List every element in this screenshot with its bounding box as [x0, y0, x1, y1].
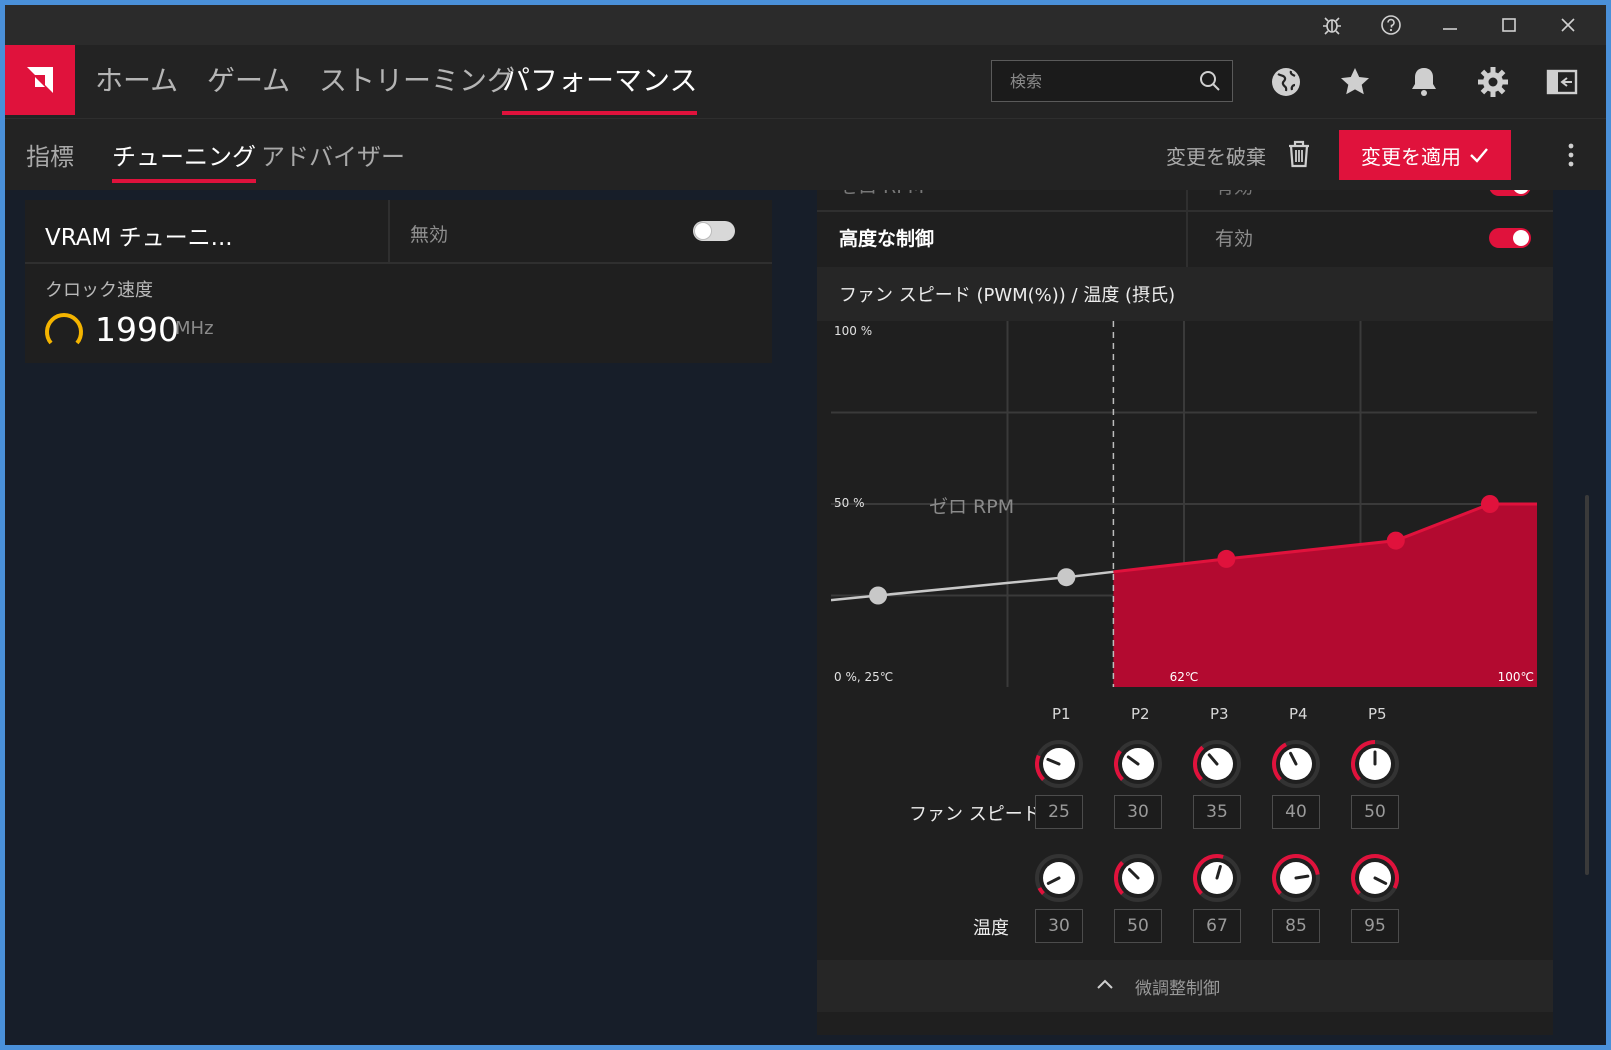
temperature-knob-p1[interactable]	[1032, 851, 1086, 905]
title-bar	[5, 5, 1606, 45]
y-axis-label-max: 100 %	[834, 324, 872, 338]
zero-rpm-toggle[interactable]	[1489, 190, 1531, 196]
temperature-input-p1[interactable]: 30	[1035, 909, 1083, 943]
fan-speed-knob-p3[interactable]	[1190, 737, 1244, 791]
curve-point-p2[interactable]	[1057, 568, 1076, 587]
clock-gauge-icon	[45, 313, 83, 345]
clock-speed-unit: MHz	[175, 318, 214, 339]
zero-rpm-zone-label: ゼロ RPM	[929, 496, 1014, 518]
search-input[interactable]	[992, 61, 1192, 101]
temperature-input-p5[interactable]: 95	[1351, 909, 1399, 943]
y-axis-label-mid: 50 %	[834, 496, 865, 510]
chevron-up-icon	[1097, 979, 1113, 989]
clock-speed-value: 1990	[95, 310, 179, 349]
point-label-p5: P5	[1368, 705, 1387, 723]
temperature-input-p4[interactable]: 85	[1272, 909, 1320, 943]
fan-speed-input-p5[interactable]: 50	[1351, 795, 1399, 829]
temperature-knob-p2[interactable]	[1111, 851, 1165, 905]
temperature-input-p3[interactable]: 67	[1193, 909, 1241, 943]
fan-curve-chart[interactable]: 100 % 50 % 0 %, 25℃ 62℃ 100℃ ゼロ RPM	[831, 321, 1537, 687]
sidebar-icon[interactable]	[1545, 65, 1579, 99]
apply-changes-label: 変更を適用	[1361, 144, 1461, 169]
fan-tuning-card: ゼロ RPM 有効 高度な制御 有効 ファン スピード (PWM(%)) / 温…	[817, 190, 1553, 1035]
fan-speed-knob-p5[interactable]	[1348, 737, 1402, 791]
temperature-knob-p4[interactable]	[1269, 851, 1323, 905]
close-icon[interactable]	[1553, 11, 1583, 39]
vram-tuning-card: VRAM チューニ... 無効 クロック速度 1990 MHz	[25, 200, 772, 363]
x-axis-label-max: 100℃	[1498, 670, 1534, 684]
divider	[25, 262, 772, 264]
gear-icon[interactable]	[1476, 65, 1510, 99]
minimize-icon[interactable]	[1435, 11, 1465, 39]
tab-advisor[interactable]: アドバイザー	[261, 137, 405, 177]
nav-streaming[interactable]: ストリーミング	[319, 59, 515, 109]
trash-icon[interactable]	[1285, 139, 1313, 169]
clock-speed-label: クロック速度	[45, 280, 153, 301]
divider	[817, 210, 1553, 212]
fan-speed-knob-p4[interactable]	[1269, 737, 1323, 791]
advanced-control-toggle[interactable]	[1489, 228, 1531, 248]
more-options-icon[interactable]	[1567, 141, 1575, 169]
vram-tuning-title: VRAM チューニ...	[45, 225, 233, 251]
fan-speed-input-p3[interactable]: 35	[1193, 795, 1241, 829]
fan-speed-knob-p1[interactable]	[1032, 737, 1086, 791]
fan-speed-row-label: ファン スピード	[909, 804, 1041, 825]
x-axis-label-mid: 62℃	[1170, 670, 1199, 684]
advanced-control-label: 高度な制御	[839, 228, 935, 250]
vram-tuning-toggle[interactable]	[693, 221, 735, 241]
check-icon	[1470, 148, 1488, 163]
tab-tuning[interactable]: チューニング	[112, 137, 256, 183]
tab-metrics[interactable]: 指標	[26, 137, 74, 177]
temperature-row-label: 温度	[973, 918, 1009, 939]
globe-icon[interactable]	[1269, 65, 1303, 99]
temperature-knob-p5[interactable]	[1348, 851, 1402, 905]
nav-home[interactable]: ホーム	[95, 59, 178, 109]
curve-point-p3[interactable]	[1217, 549, 1236, 568]
zero-rpm-row-label: ゼロ RPM	[839, 190, 924, 199]
point-label-p2: P2	[1131, 705, 1150, 723]
amd-logo[interactable]	[5, 45, 75, 115]
sub-nav: 指標 チューニング アドバイザー 変更を破棄 変更を適用	[5, 118, 1606, 190]
nav-games[interactable]: ゲーム	[207, 59, 290, 109]
divider	[1186, 190, 1188, 212]
fan-curve-title: ファン スピード (PWM(%)) / 温度 (摂氏)	[839, 285, 1176, 306]
temperature-input-p2[interactable]: 50	[1114, 909, 1162, 943]
divider	[388, 200, 390, 262]
bug-icon[interactable]	[1317, 11, 1347, 39]
help-icon[interactable]	[1376, 11, 1406, 39]
main-nav: ホーム ゲーム ストリーミング パフォーマンス	[5, 45, 1606, 118]
app-window: ホーム ゲーム ストリーミング パフォーマンス 指標 チューニング アドバイザー…	[5, 5, 1606, 1045]
axis-origin-label: 0 %, 25℃	[834, 670, 893, 684]
temperature-knob-p3[interactable]	[1190, 851, 1244, 905]
fan-speed-knob-p2[interactable]	[1111, 737, 1165, 791]
apply-changes-button[interactable]: 変更を適用	[1339, 130, 1511, 180]
zero-rpm-row-state: 有効	[1215, 190, 1253, 199]
fan-curve-header: ファン スピード (PWM(%)) / 温度 (摂氏)	[817, 267, 1553, 321]
fine-control-toggle[interactable]: 微調整制御	[817, 960, 1553, 1012]
vram-tuning-state: 無効	[410, 224, 449, 246]
curve-point-p5[interactable]	[1480, 495, 1499, 513]
search-icon[interactable]	[1198, 69, 1222, 93]
advanced-control-state: 有効	[1215, 228, 1254, 250]
fine-control-label: 微調整制御	[1135, 979, 1220, 999]
maximize-icon[interactable]	[1494, 11, 1524, 39]
search-box	[991, 60, 1233, 102]
scrollbar[interactable]	[1585, 495, 1589, 875]
star-icon[interactable]	[1338, 65, 1372, 99]
discard-changes-button[interactable]: 変更を破棄	[1166, 141, 1266, 170]
divider	[1186, 212, 1188, 267]
point-label-p3: P3	[1210, 705, 1229, 723]
nav-performance[interactable]: パフォーマンス	[502, 59, 698, 115]
curve-point-p4[interactable]	[1386, 531, 1405, 550]
point-label-p4: P4	[1289, 705, 1308, 723]
fan-speed-input-p2[interactable]: 30	[1114, 795, 1162, 829]
fan-speed-input-p4[interactable]: 40	[1272, 795, 1320, 829]
curve-point-p1[interactable]	[869, 586, 888, 605]
bell-icon[interactable]	[1407, 65, 1441, 99]
point-label-p1: P1	[1052, 705, 1071, 723]
fan-speed-input-p1[interactable]: 25	[1035, 795, 1083, 829]
